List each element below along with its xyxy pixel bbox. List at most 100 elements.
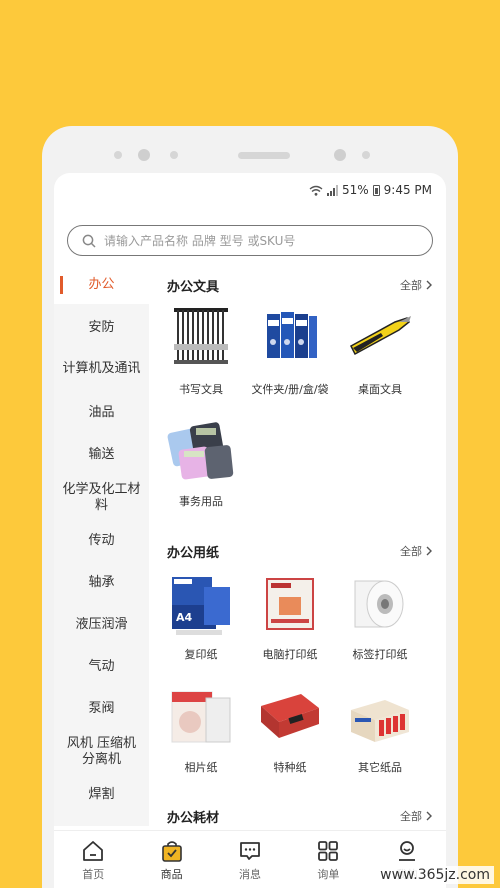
sidebar-item-label: 气动 [88, 659, 115, 674]
user-icon [398, 841, 415, 861]
sidebar-item-label: 化学及化工材料 [62, 482, 141, 513]
product-category-label: 文件夹/册/盒/袋 [251, 383, 329, 396]
product-category-label: 书写文具 [179, 383, 223, 396]
view-all-link[interactable]: 全部 [400, 277, 432, 293]
label-roll-image [354, 580, 404, 628]
sidebar-item-label: 泵阀 [88, 701, 115, 716]
view-all-label: 全部 [400, 279, 422, 292]
clock-time: 9:45 PM [383, 183, 432, 197]
product-category-label: 标签打印纸 [352, 648, 408, 661]
sensor-dot [170, 151, 178, 159]
sidebar-item-label: 计算机及通讯 [62, 361, 141, 376]
sensor-dot [362, 151, 370, 159]
product-category-other-paper[interactable]: 其它纸品 [339, 684, 421, 775]
category-content: 办公文具 全部 书写文具 文件夹/册/盒/袋 桌面文具 事务用品 办公用纸 全部… [149, 266, 446, 826]
product-category-label: 相片纸 [184, 761, 218, 774]
product-category-label: 其它纸品 [358, 761, 402, 774]
product-category-office-supplies[interactable]: 事务用品 [160, 418, 242, 509]
tab-label: 询单 [317, 868, 340, 881]
sidebar-item-transmission[interactable]: 传动 [54, 520, 149, 562]
section-title: 办公文具 [167, 280, 220, 295]
product-category-folders[interactable]: 文件夹/册/盒/袋 [249, 306, 331, 397]
calculators-image [167, 422, 234, 480]
message-icon [240, 842, 260, 860]
search-bar[interactable] [67, 225, 433, 256]
search-input[interactable] [104, 233, 404, 248]
sidebar-item-label: 油品 [88, 405, 115, 420]
sensor-dot [334, 149, 346, 161]
product-category-label: 电脑打印纸 [262, 648, 318, 661]
signal-icon [326, 184, 338, 196]
search-icon [82, 234, 96, 248]
section-title: 办公用纸 [167, 546, 220, 561]
grid-icon [318, 841, 339, 861]
svg-text:A4: A4 [176, 611, 193, 624]
sidebar-item-label: 传动 [88, 533, 115, 548]
tab-inquiry[interactable]: 询单 [289, 831, 367, 888]
special-paper-image [261, 694, 319, 738]
sidebar-item-oil[interactable]: 油品 [54, 392, 149, 434]
product-category-computer-paper[interactable]: 电脑打印纸 [249, 571, 331, 662]
sidebar-item-label: 输送 [88, 447, 115, 462]
sidebar-item-fans-compressors[interactable]: 风机 压缩机 分离机 [54, 730, 149, 774]
tab-home[interactable]: 首页 [54, 831, 132, 888]
copy-paper-image: A4 [172, 577, 230, 635]
sidebar-item-bearings[interactable]: 轴承 [54, 562, 149, 604]
battery-percent: 51% [341, 183, 369, 197]
product-category-label: 事务用品 [179, 495, 223, 508]
product-category-desk[interactable]: 桌面文具 [339, 306, 421, 397]
tab-label: 商品 [160, 868, 183, 881]
computer-paper-image [266, 578, 314, 630]
sidebar-item-label: 安防 [88, 320, 115, 335]
cutter-knife-image [350, 316, 411, 356]
tab-label: 首页 [82, 868, 105, 881]
other-paper-image [351, 700, 409, 742]
product-category-label-paper[interactable]: 标签打印纸 [339, 571, 421, 662]
sidebar-item-pumps-valves[interactable]: 泵阀 [54, 688, 149, 730]
sidebar-item-label: 风机 压缩机 分离机 [66, 736, 137, 767]
sidebar-item-computers[interactable]: 计算机及通讯 [54, 348, 149, 390]
chevron-right-icon [426, 546, 432, 556]
section-title: 办公耗材 [167, 811, 220, 826]
sidebar-item-label: 液压润滑 [75, 617, 128, 632]
sidebar-item-label: 办公 [88, 277, 115, 292]
sidebar-item-hydraulics[interactable]: 液压润滑 [54, 604, 149, 646]
view-all-link[interactable]: 全部 [400, 543, 432, 559]
category-sidebar: 办公 安防 计算机及通讯 油品 输送 化学及化工材料 传动 轴承 液压润滑 气动… [54, 266, 149, 826]
bag-icon [161, 841, 182, 862]
sidebar-item-label: 轴承 [88, 575, 115, 590]
tab-products[interactable]: 商品 [132, 831, 210, 888]
view-all-label: 全部 [400, 810, 422, 823]
tab-messages[interactable]: 消息 [211, 831, 289, 888]
phone-top-bezel [42, 126, 458, 176]
wifi-icon [309, 185, 323, 196]
sidebar-item-label: 焊割 [88, 787, 115, 802]
app-screen: 51% 9:45 PM 办公 安防 计算机及通讯 油品 输送 化学及化工材料 传… [54, 173, 446, 888]
product-category-label: 桌面文具 [358, 383, 402, 396]
chevron-right-icon [426, 811, 432, 821]
product-category-writing[interactable]: 书写文具 [160, 306, 242, 397]
product-category-label: 复印纸 [184, 648, 218, 661]
sidebar-item-security[interactable]: 安防 [54, 308, 149, 348]
status-bar: 51% 9:45 PM [309, 179, 432, 201]
sidebar-item-conveying[interactable]: 输送 [54, 434, 149, 476]
photo-paper-image [171, 691, 231, 743]
product-category-copy-paper[interactable]: A4 复印纸 [160, 571, 242, 662]
product-category-label: 特种纸 [273, 761, 307, 774]
sidebar-item-welding[interactable]: 焊割 [54, 774, 149, 816]
view-all-link[interactable]: 全部 [400, 808, 432, 824]
pens-image [174, 308, 228, 364]
sidebar-item-office[interactable]: 办公 [54, 266, 149, 304]
sidebar-item-pneumatics[interactable]: 气动 [54, 646, 149, 688]
tab-label: 消息 [239, 868, 262, 881]
product-category-photo-paper[interactable]: 相片纸 [160, 684, 242, 775]
sensor-dot [114, 151, 122, 159]
earpiece-speaker [238, 152, 290, 159]
battery-icon [372, 184, 380, 196]
chevron-right-icon [426, 280, 432, 290]
sidebar-item-chemicals[interactable]: 化学及化工材料 [54, 476, 149, 520]
product-category-special-paper[interactable]: 特种纸 [249, 684, 331, 775]
front-camera [138, 149, 150, 161]
watermark: www.365jz.com [376, 866, 494, 884]
binders-image [267, 312, 317, 358]
